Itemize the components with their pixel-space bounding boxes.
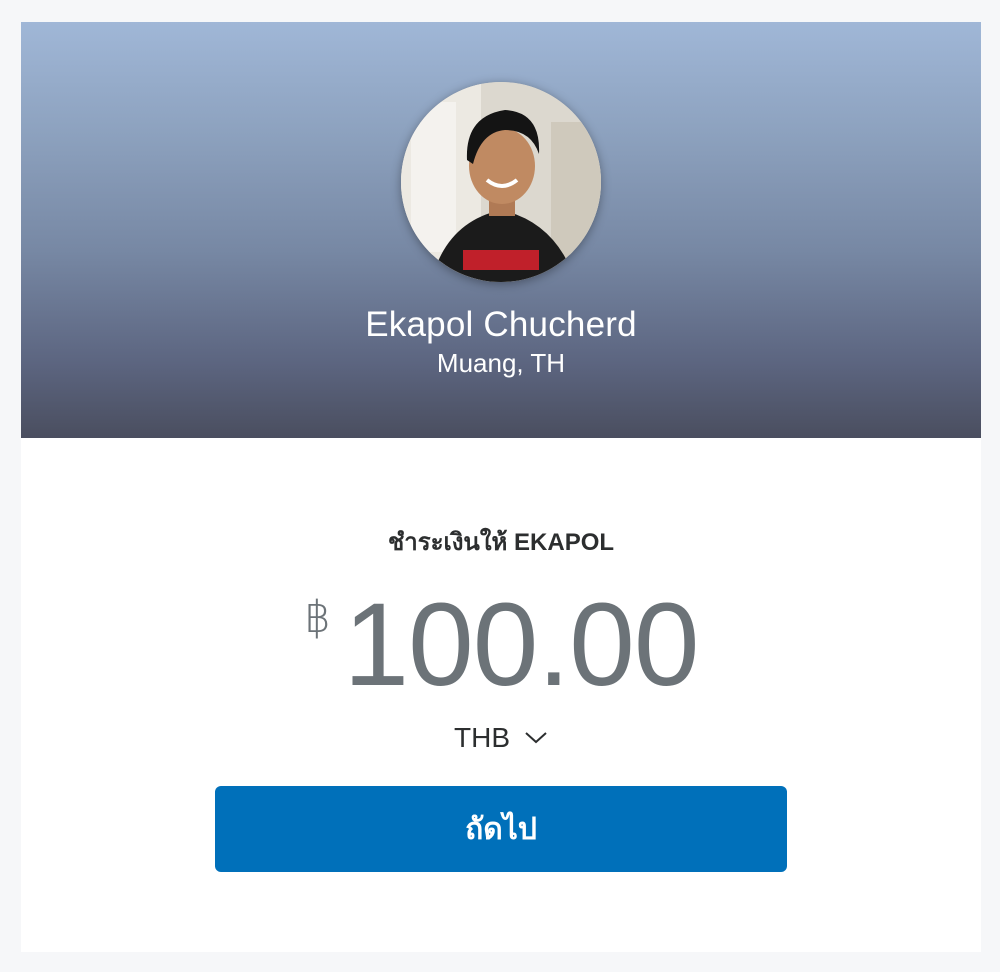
avatar-photo (401, 82, 601, 282)
profile-location: Muang, TH (436, 348, 566, 378)
chevron-down-icon (524, 731, 548, 745)
currency-dropdown[interactable]: THB (421, 716, 581, 760)
next-button[interactable]: ถัดไป (215, 786, 787, 872)
pay-to-label: ชำระเงินให้ EKAPOL (387, 529, 615, 556)
avatar (401, 82, 601, 282)
amount-value[interactable]: 100.00 (344, 586, 700, 704)
payment-card: Ekapol Chucherd Muang, TH ชำระเงินให้ EK… (21, 22, 981, 952)
currency-code: THB (454, 722, 510, 753)
profile-header: Ekapol Chucherd Muang, TH (21, 22, 981, 438)
amount-display[interactable]: ฿ 100.00 (21, 586, 981, 704)
currency-symbol: ฿ (303, 593, 332, 642)
profile-name: Ekapol Chucherd (365, 305, 637, 344)
